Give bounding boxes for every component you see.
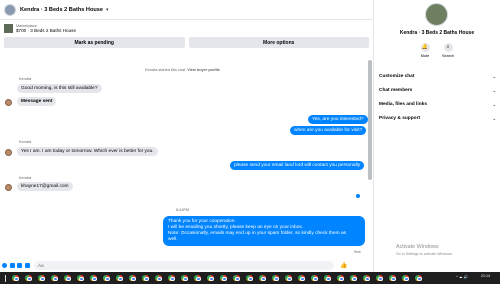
chrome-icon[interactable] xyxy=(363,274,370,282)
chrome-icon[interactable] xyxy=(12,274,19,282)
chevron-down-icon: ⌄ xyxy=(492,73,496,79)
section-chat-members[interactable]: Chat members ⌄ xyxy=(379,85,496,95)
chrome-icon[interactable] xyxy=(298,274,305,282)
chrome-icon[interactable] xyxy=(233,274,240,282)
chrome-icon[interactable] xyxy=(324,274,331,282)
chat-header[interactable]: Kendra · 3 Beds 2 Baths House ▾ xyxy=(0,0,373,20)
chrome-icon[interactable] xyxy=(168,274,175,282)
listing-banner[interactable]: Marketplace $700 · 3 Beds 2 Baths House xyxy=(0,20,373,36)
section-privacy-support[interactable]: Privacy & support ⌄ xyxy=(379,113,496,123)
chrome-icon[interactable] xyxy=(51,274,58,282)
chrome-icon[interactable] xyxy=(142,274,149,282)
clock[interactable]: 21:14 xyxy=(481,274,490,278)
chrome-icon[interactable] xyxy=(285,274,292,282)
chrome-icon[interactable] xyxy=(311,274,318,282)
sent-status: Sent xyxy=(354,250,361,254)
scrollbar[interactable] xyxy=(368,60,372,180)
windows-start-icon[interactable] xyxy=(2,274,9,282)
chrome-icon[interactable] xyxy=(116,274,123,282)
chrome-icon[interactable] xyxy=(259,274,266,282)
message-input[interactable]: Aa xyxy=(34,260,334,270)
sticker-icon[interactable] xyxy=(17,262,22,268)
chrome-icon[interactable] xyxy=(220,274,227,282)
chrome-icon[interactable] xyxy=(350,274,357,282)
search-button[interactable]: ⌕ Search xyxy=(438,43,458,58)
message-bubble-incoming[interactable]: Good morning, is this still available? xyxy=(17,84,102,93)
chrome-icon[interactable] xyxy=(207,274,214,282)
chevron-down-icon: ⌄ xyxy=(492,87,496,93)
chrome-icon[interactable] xyxy=(77,274,84,282)
avatar[interactable] xyxy=(5,149,12,156)
taskbar: ^ ☁ 🔊 21:14 xyxy=(0,272,500,284)
listing-title[interactable]: $700 · 3 Beds 2 Baths House xyxy=(16,28,76,33)
chevron-down-icon: ⌄ xyxy=(492,101,496,107)
image-icon[interactable] xyxy=(9,262,15,268)
chat-panel: Kendra · 3 Beds 2 Baths House ▾ Marketpl… xyxy=(0,0,374,272)
sender-name: Kendra xyxy=(19,140,32,144)
listing-thumbnail[interactable] xyxy=(4,23,13,33)
section-customize-chat[interactable]: Customize chat ⌄ xyxy=(379,71,496,81)
contact-name: Kendra · 3 Beds 2 Baths House xyxy=(399,30,475,36)
chrome-icon[interactable] xyxy=(194,274,201,282)
avatar[interactable] xyxy=(425,3,448,26)
chrome-icon[interactable] xyxy=(389,274,396,282)
chrome-icon[interactable] xyxy=(337,274,344,282)
info-panel: Kendra · 3 Beds 2 Baths House 🔔 Mute ⌕ S… xyxy=(374,0,500,272)
search-label: Search xyxy=(441,54,455,58)
message-bubble-outgoing[interactable]: when are you available for visit? xyxy=(290,126,367,135)
message-bubble-outgoing[interactable]: Yes, are you interested? xyxy=(308,115,368,124)
gif-icon[interactable] xyxy=(24,262,30,268)
bell-icon[interactable]: 🔔 xyxy=(420,43,430,52)
search-icon[interactable]: ⌕ xyxy=(443,43,453,52)
taskbar-app-list xyxy=(12,274,422,282)
activate-windows-watermark: Activate Windows xyxy=(396,244,439,250)
system-message: Kendra started this chat. View buyer pro… xyxy=(145,68,220,72)
mark-as-pending-button[interactable]: Mark as pending xyxy=(4,37,185,48)
chrome-icon[interactable] xyxy=(64,274,71,282)
chrome-icon[interactable] xyxy=(90,274,97,282)
chrome-icon[interactable] xyxy=(155,274,162,282)
chrome-icon[interactable] xyxy=(25,274,32,282)
listing-actions: Mark as pending More options xyxy=(0,37,373,48)
activate-windows-subtitle: Go to Settings to activate Windows. xyxy=(396,252,453,256)
mute-label: Mute xyxy=(420,54,430,58)
view-buyer-profile-link[interactable]: View buyer profile xyxy=(187,68,220,72)
chrome-icon[interactable] xyxy=(246,274,253,282)
sender-name: Kendra xyxy=(19,77,32,81)
message-bubble-outgoing[interactable]: Thank you for your cooperation. I will b… xyxy=(163,216,365,246)
chevron-down-icon: ⌄ xyxy=(492,115,496,121)
composer: Aa 👍 xyxy=(0,258,373,272)
chrome-icon[interactable] xyxy=(129,274,136,282)
plus-icon[interactable] xyxy=(2,262,7,268)
chrome-icon[interactable] xyxy=(38,274,45,282)
seen-indicator xyxy=(356,194,360,198)
section-media-files-links[interactable]: Media, files and links ⌄ xyxy=(379,99,496,109)
like-icon[interactable]: 👍 xyxy=(340,262,347,269)
chevron-down-icon[interactable]: ▾ xyxy=(106,7,109,13)
chat-title[interactable]: Kendra · 3 Beds 2 Baths House xyxy=(20,7,103,13)
message-bubble-incoming[interactable]: Message sent xyxy=(17,97,57,106)
chrome-icon[interactable] xyxy=(402,274,409,282)
message-bubble-incoming[interactable]: khayne17@gmail.com xyxy=(17,182,73,191)
message-bubble-incoming[interactable]: Yes I am. I am today or tomorrow. Which … xyxy=(17,147,158,156)
mute-button[interactable]: 🔔 Mute xyxy=(415,43,435,58)
message-list: Kendra started this chat. View buyer pro… xyxy=(0,50,373,258)
avatar[interactable] xyxy=(4,3,16,16)
chrome-icon[interactable] xyxy=(415,274,422,282)
avatar[interactable] xyxy=(5,99,12,106)
system-tray[interactable]: ^ ☁ 🔊 xyxy=(456,275,468,279)
more-options-button[interactable]: More options xyxy=(188,37,369,48)
sender-name: Kendra xyxy=(19,176,32,180)
chrome-icon[interactable] xyxy=(181,274,188,282)
chrome-icon[interactable] xyxy=(376,274,383,282)
chrome-icon[interactable] xyxy=(272,274,279,282)
timestamp: 8:41PM xyxy=(175,208,190,212)
chrome-icon[interactable] xyxy=(103,274,110,282)
message-bubble-outgoing[interactable]: please send your email land lord will co… xyxy=(230,161,365,170)
avatar[interactable] xyxy=(5,184,12,191)
